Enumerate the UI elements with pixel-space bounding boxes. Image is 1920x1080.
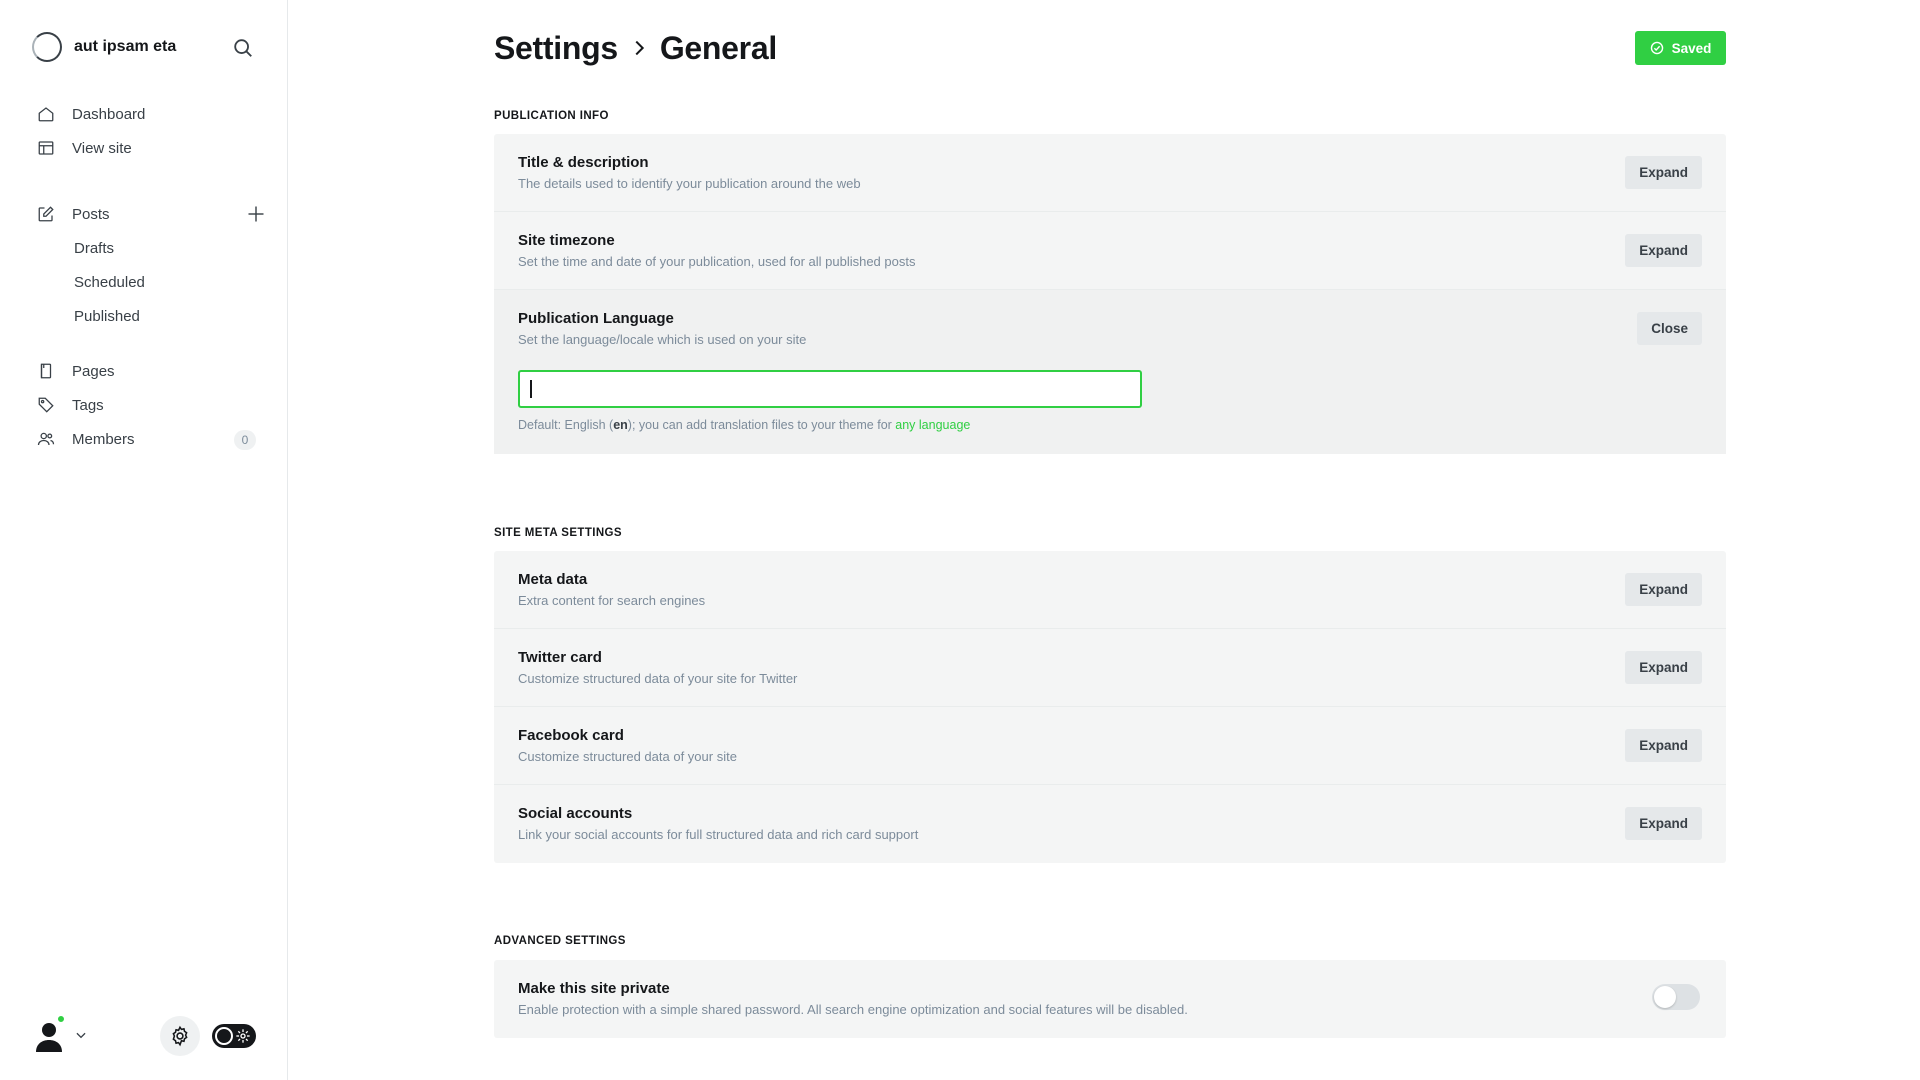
sidebar-footer — [32, 1012, 262, 1058]
tag-icon — [36, 395, 56, 415]
close-button[interactable]: Close — [1637, 312, 1702, 345]
setting-row-publication-language: Publication Language Set the language/lo… — [494, 290, 1726, 454]
language-input[interactable] — [518, 370, 1142, 408]
row-description: Set the language/locale which is used on… — [518, 332, 807, 347]
members-count-badge: 0 — [234, 430, 256, 450]
setting-row-title-description: Title & description The details used to … — [494, 134, 1726, 212]
sidebar: aut ipsam eta Dashboard View site Posts … — [0, 0, 288, 1080]
row-title: Social accounts — [518, 805, 633, 822]
private-site-toggle[interactable] — [1652, 984, 1700, 1010]
search-icon[interactable] — [232, 37, 254, 59]
nav-label: Pages — [72, 362, 115, 380]
row-title: Twitter card — [518, 649, 602, 666]
nav-item-dashboard[interactable]: Dashboard — [36, 97, 256, 131]
setting-row-meta-data: Meta data Extra content for search engin… — [494, 551, 1726, 629]
nav-primary: Dashboard View site — [36, 97, 256, 165]
settings-button[interactable] — [160, 1016, 200, 1056]
brand[interactable]: aut ipsam eta — [32, 32, 176, 62]
sun-icon — [236, 1029, 250, 1043]
setting-row-twitter-card: Twitter card Customize structured data o… — [494, 629, 1726, 707]
section-title-publication-info: Publication info — [494, 110, 609, 122]
nav-label: Dashboard — [72, 105, 146, 123]
row-title: Make this site private — [518, 980, 670, 997]
breadcrumb-settings[interactable]: Settings — [494, 30, 618, 67]
theme-toggle[interactable] — [212, 1024, 256, 1048]
section-title-site-meta: Site meta settings — [494, 527, 622, 539]
setting-row-private-site: Make this site private Enable protection… — [494, 960, 1726, 1038]
page-title: General — [659, 29, 777, 66]
site-name: aut ipsam eta — [74, 38, 177, 55]
hint-prefix: Default: English ( — [518, 418, 614, 432]
advanced-group: Make this site private Enable protection… — [494, 960, 1726, 1038]
home-icon — [36, 104, 56, 124]
nav-label: View site — [72, 139, 132, 157]
nav-label: Posts — [72, 205, 110, 223]
text-caret — [530, 380, 532, 398]
gear-icon — [172, 1025, 188, 1047]
row-title: Site timezone — [518, 232, 615, 249]
nav-item-tags[interactable]: Tags — [36, 388, 256, 422]
nav-item-scheduled[interactable]: Scheduled — [36, 265, 256, 299]
users-icon — [36, 429, 56, 449]
row-title: Publication Language — [518, 310, 674, 327]
publication-info-group: Title & description The details used to … — [494, 134, 1726, 454]
nav-label: Members — [72, 430, 135, 448]
row-title: Meta data — [518, 571, 588, 588]
expand-button[interactable]: Expand — [1625, 807, 1702, 840]
saved-button[interactable]: Saved — [1635, 31, 1726, 65]
expand-button[interactable]: Expand — [1625, 573, 1702, 606]
nav-item-members[interactable]: Members 0 — [36, 422, 256, 456]
expand-button[interactable]: Expand — [1625, 729, 1702, 762]
nav-item-view-site[interactable]: View site — [36, 131, 256, 165]
expand-button[interactable]: Expand — [1625, 234, 1702, 267]
row-title: Facebook card — [518, 727, 624, 744]
expand-button[interactable]: Expand — [1625, 156, 1702, 189]
row-description: The details used to identify your public… — [518, 176, 861, 191]
language-hint: Default: English (en); you can add trans… — [518, 418, 970, 432]
online-status-dot — [56, 1014, 66, 1024]
row-description: Enable protection with a simple shared p… — [518, 1002, 1188, 1017]
check-circle-icon — [1650, 41, 1663, 55]
page-icon — [36, 361, 56, 381]
nav-label: Drafts — [74, 239, 115, 257]
layout-icon — [36, 138, 56, 158]
page-header: Settings General Saved — [494, 26, 1726, 70]
nav-label: Scheduled — [74, 273, 145, 291]
nav-posts: Posts Drafts Scheduled Published — [36, 197, 264, 333]
row-description: Customize structured data of your site f… — [518, 671, 798, 686]
hint-language-code: en — [613, 418, 628, 432]
setting-row-site-timezone: Site timezone Set the time and date of y… — [494, 212, 1726, 290]
any-language-link[interactable]: any language — [895, 418, 970, 432]
hint-suffix: ); you can add translation files to your… — [627, 418, 896, 432]
plus-icon[interactable] — [246, 204, 266, 224]
nav-label: Published — [74, 307, 140, 325]
nav-item-pages[interactable]: Pages — [36, 354, 256, 388]
edit-icon — [36, 204, 56, 224]
chevron-down-icon[interactable] — [74, 1028, 88, 1042]
row-description: Customize structured data of your site — [518, 749, 737, 764]
saved-label: Saved — [1671, 40, 1712, 56]
nav-item-drafts[interactable]: Drafts — [36, 231, 256, 265]
site-logo-icon — [32, 32, 62, 62]
setting-row-social-accounts: Social accounts Link your social account… — [494, 785, 1726, 863]
nav-item-posts[interactable]: Posts — [36, 197, 264, 231]
toggle-knob — [1654, 986, 1676, 1008]
setting-row-facebook-card: Facebook card Customize structured data … — [494, 707, 1726, 785]
nav-label: Tags — [72, 396, 104, 414]
expand-button[interactable]: Expand — [1625, 651, 1702, 684]
row-title: Title & description — [518, 154, 649, 171]
row-description: Link your social accounts for full struc… — [518, 827, 919, 842]
site-meta-group: Meta data Extra content for search engin… — [494, 551, 1726, 863]
row-description: Extra content for search engines — [518, 593, 706, 608]
theme-toggle-knob — [215, 1027, 233, 1045]
section-title-advanced: Advanced settings — [494, 935, 626, 947]
chevron-right-icon — [635, 40, 644, 56]
nav-secondary: Pages Tags Members 0 — [36, 354, 256, 456]
nav-item-published[interactable]: Published — [36, 299, 256, 333]
row-description: Set the time and date of your publicatio… — [518, 254, 916, 269]
